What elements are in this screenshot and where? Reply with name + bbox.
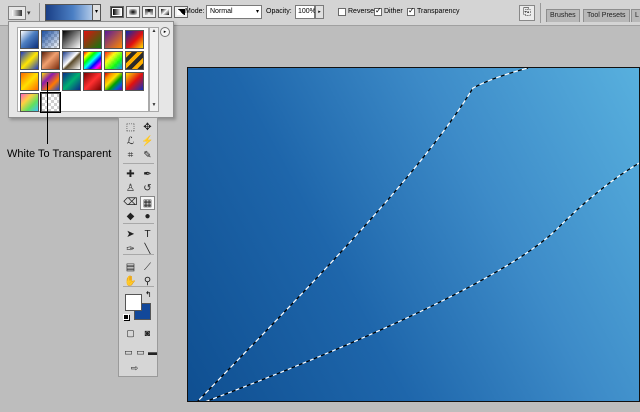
gradient-swatch-black-white[interactable] bbox=[62, 30, 81, 49]
gradient-swatch-red-green[interactable] bbox=[83, 30, 102, 49]
opacity-input[interactable]: 100% bbox=[295, 5, 316, 19]
selection-marquee-upper-light bbox=[197, 68, 529, 401]
gradient-swatch-spectrum[interactable] bbox=[83, 51, 102, 70]
clone-stamp-tool-icon[interactable]: ♙ bbox=[123, 182, 138, 196]
divider bbox=[39, 3, 40, 23]
document-canvas[interactable] bbox=[187, 67, 640, 402]
callout-label: White To Transparent bbox=[7, 148, 112, 160]
callout-line bbox=[47, 82, 48, 144]
mode-select[interactable]: Normal ▾ bbox=[206, 5, 262, 19]
brush-tool-icon[interactable]: ✒ bbox=[140, 168, 155, 182]
tab-layer-comps[interactable]: L bbox=[631, 9, 640, 22]
move-tool-icon[interactable]: ✥ bbox=[140, 121, 155, 135]
type-tool-icon[interactable]: T bbox=[140, 228, 155, 242]
gradient-swatch-pastel-rainbow[interactable] bbox=[20, 93, 39, 112]
gradient-swatch-foreground-to-transparent[interactable] bbox=[41, 30, 60, 49]
gradient-swatch-transparent-stripes[interactable] bbox=[125, 51, 144, 70]
gradient-picker-panel: ▲ ▼ ▸ bbox=[8, 21, 174, 118]
crop-tool-icon[interactable]: ⌗ bbox=[123, 149, 138, 163]
foreground-color-swatch[interactable] bbox=[125, 294, 142, 311]
healing-brush-tool-icon[interactable]: ✚ bbox=[123, 168, 138, 182]
swap-colors-icon[interactable]: ↰ bbox=[145, 290, 152, 299]
reverse-checkbox[interactable] bbox=[338, 8, 346, 16]
eraser-tool-icon[interactable]: ⌫ bbox=[123, 196, 138, 210]
gradient-swatch-red-sheen[interactable] bbox=[83, 72, 102, 91]
gradient-tool-icon[interactable]: ▦ bbox=[140, 196, 155, 210]
picker-menu-icon[interactable]: ▸ bbox=[160, 27, 170, 37]
gradient-swatch-orange-yellow-orange[interactable] bbox=[20, 72, 39, 91]
scrollbar[interactable]: ▲ ▼ bbox=[149, 27, 159, 112]
lasso-tool-icon[interactable]: ℒ bbox=[123, 135, 138, 149]
file-browser-icon[interactable]: ⎘ bbox=[519, 5, 535, 21]
radial-gradient-icon[interactable] bbox=[126, 6, 140, 18]
screen-mode-full-icon[interactable]: ▬ bbox=[145, 345, 160, 359]
path-selection-tool-icon[interactable]: ➤ bbox=[123, 228, 138, 242]
selection-marquee-lower bbox=[205, 162, 639, 401]
mode-value: Normal bbox=[210, 8, 233, 15]
quick-mask-standard-icon[interactable]: ▢ bbox=[123, 326, 138, 340]
eyedropper-tool-icon[interactable]: ⟋ bbox=[140, 261, 155, 275]
gradient-swatch-blue-yellow-blue[interactable] bbox=[20, 51, 39, 70]
gradient-swatch-copper[interactable] bbox=[41, 51, 60, 70]
scroll-up-icon[interactable]: ▲ bbox=[150, 28, 158, 37]
divider bbox=[123, 223, 154, 224]
transparency-label: Transparency bbox=[417, 8, 460, 15]
selection-paths bbox=[197, 68, 639, 401]
gradient-swatch-rainbow-stripe[interactable] bbox=[104, 72, 123, 91]
divider bbox=[123, 254, 154, 255]
default-colors-icon[interactable] bbox=[123, 314, 129, 320]
slice-tool-icon[interactable]: ✎ bbox=[140, 149, 155, 163]
quick-mask-mode-icon[interactable]: ◙ bbox=[140, 326, 155, 340]
divider bbox=[123, 286, 154, 287]
notes-tool-icon[interactable]: ▤ bbox=[123, 261, 138, 275]
gradient-swatch-yellow-red-blue[interactable] bbox=[125, 72, 144, 91]
gradient-swatch-transparent-checker[interactable] bbox=[40, 92, 61, 113]
gradient-swatch-violet-orange[interactable] bbox=[104, 30, 123, 49]
gradient-swatch-grid bbox=[17, 27, 149, 113]
transparency-checkbox[interactable] bbox=[407, 6, 415, 16]
opacity-slider-arrow-icon[interactable]: ▸ bbox=[315, 5, 324, 19]
marquee-tool-icon[interactable]: ⬚ bbox=[123, 121, 138, 135]
dither-checkbox[interactable] bbox=[374, 6, 382, 16]
divider bbox=[123, 163, 154, 164]
gradient-swatch-transparent-rainbow[interactable] bbox=[104, 51, 123, 70]
reverse-label: Reverse bbox=[348, 8, 375, 15]
chevron-down-icon[interactable]: ▾ bbox=[27, 9, 31, 17]
magic-wand-tool-icon[interactable]: ⚡ bbox=[140, 135, 155, 149]
selection-marquee-lower-light bbox=[205, 162, 639, 401]
tool-preset-picker-icon[interactable] bbox=[8, 6, 26, 20]
toolbox: ↰ ⬚ ✥ ℒ ⚡ ⌗ ✎ ✚ ✒ ♙ ↺ ⌫ ▦ ◆ ● ➤ T ✑ ╲ ▤ ⟋ ✋ ⚲ ▢ ◙ ▭ ▭ ▬ ⇨ bbox=[118, 117, 158, 377]
history-brush-tool-icon[interactable]: ↺ bbox=[140, 182, 155, 196]
gradient-swatch-blue-green-sheen[interactable] bbox=[62, 72, 81, 91]
tab-brushes[interactable]: Brushes bbox=[546, 9, 580, 22]
gradient-swatch-foreground-to-background[interactable] bbox=[20, 30, 39, 49]
divider bbox=[540, 3, 541, 23]
chevron-down-icon: ▾ bbox=[255, 9, 259, 15]
opacity-label: Opacity: bbox=[266, 8, 292, 15]
scroll-down-icon[interactable]: ▼ bbox=[150, 102, 158, 111]
mode-label: Mode: bbox=[185, 8, 205, 15]
gradient-swatch-blue-red-yellow[interactable] bbox=[125, 30, 144, 49]
angle-gradient-icon[interactable] bbox=[142, 6, 156, 18]
dither-label: Dither bbox=[384, 8, 403, 15]
jump-to-imageready-icon[interactable]: ⇨ bbox=[127, 361, 142, 375]
reflected-gradient-icon[interactable] bbox=[158, 6, 172, 18]
gradient-swatch-chrome[interactable] bbox=[62, 51, 81, 70]
linear-gradient-icon[interactable] bbox=[110, 6, 124, 18]
gradient-swatch-yellow-violet-orange-blue[interactable] bbox=[41, 72, 60, 91]
gradient-picker-dropdown-icon[interactable]: ▾ bbox=[92, 4, 101, 21]
tab-tool-presets[interactable]: Tool Presets bbox=[583, 9, 630, 22]
